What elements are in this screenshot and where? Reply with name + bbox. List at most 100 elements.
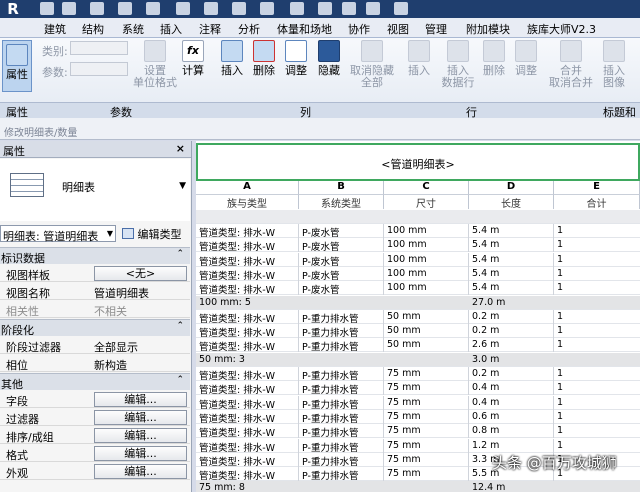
column-letter[interactable]: A xyxy=(196,181,299,195)
group-header-row[interactable] xyxy=(196,210,640,224)
table-cell[interactable]: 75 mm xyxy=(387,425,467,436)
table-row[interactable]: 管道类型: 排水-W P-重力排水管 50 mm 2.6 m 1 xyxy=(196,338,640,353)
table-cell[interactable]: 1 xyxy=(557,339,638,350)
table-cell[interactable]: 50 mm xyxy=(387,311,467,322)
column-letter[interactable]: E xyxy=(554,181,640,195)
unhide-all-button[interactable]: 取消隐藏 全部 xyxy=(348,40,396,89)
table-cell[interactable]: 3.0 m xyxy=(472,354,552,365)
table-row[interactable]: 管道类型: 排水-W P-重力排水管 75 mm 0.6 m 1 xyxy=(196,409,640,425)
table-cell[interactable]: 1 xyxy=(557,254,638,265)
table-cell[interactable]: P-重力排水管 xyxy=(302,382,382,396)
table-cell[interactable]: P-重力排水管 xyxy=(302,425,382,439)
table-cell[interactable]: P-废水管 xyxy=(302,268,382,282)
table-cell[interactable]: P-重力排水管 xyxy=(302,339,382,353)
table-cell[interactable]: 1 xyxy=(557,282,638,293)
edit-type-button[interactable]: 编辑类型 xyxy=(122,226,182,242)
column-letter[interactable]: D xyxy=(469,181,554,195)
table-cell[interactable]: 1 xyxy=(557,311,638,322)
set-unit-format-button[interactable]: 设置 单位格式 xyxy=(132,40,178,89)
table-cell[interactable]: 1 xyxy=(557,368,638,379)
group-total-row[interactable]: 50 mm: 3 3.0 m xyxy=(196,352,640,367)
table-cell[interactable]: P-废水管 xyxy=(302,225,382,239)
property-edit-button[interactable]: 编辑... xyxy=(94,446,187,461)
property-value[interactable]: 全部显示 xyxy=(94,339,138,355)
property-value[interactable]: 不相关 xyxy=(94,303,127,319)
table-cell[interactable]: 75 mm xyxy=(387,368,467,379)
table-cell[interactable]: P-重力排水管 xyxy=(302,368,382,382)
params-dropdown[interactable] xyxy=(70,62,128,76)
undo-icon[interactable] xyxy=(118,2,132,15)
column-letter[interactable]: C xyxy=(384,181,469,195)
table-cell[interactable]: 1 xyxy=(557,382,638,393)
table-cell[interactable]: 1 xyxy=(557,268,638,279)
column-header[interactable]: 系统类型 xyxy=(299,195,384,210)
table-cell[interactable]: P-重力排水管 xyxy=(302,454,382,468)
table-cell[interactable]: 100 mm xyxy=(387,225,467,236)
property-value[interactable]: 新构造 xyxy=(94,357,127,373)
table-cell[interactable]: 100 mm xyxy=(387,239,467,250)
table-cell[interactable]: 100 mm xyxy=(387,268,467,279)
table-cell[interactable]: 管道类型: 排水-W xyxy=(199,225,297,239)
table-cell[interactable]: 1 xyxy=(557,425,638,436)
table-cell[interactable]: 0.4 m xyxy=(472,397,552,408)
table-cell[interactable]: 管道类型: 排水-W xyxy=(199,254,297,268)
schedule-view[interactable]: <管道明细表> A B C D E 族与类型 系统类型 尺寸 长度 合计 管道类型: 排水-W P-废… xyxy=(196,141,640,492)
measure-icon[interactable] xyxy=(204,2,218,15)
merge-button[interactable]: 合并 取消合并 xyxy=(548,40,594,89)
table-cell[interactable]: 管道类型: 排水-W xyxy=(199,411,297,425)
tab-architecture[interactable]: 建筑 xyxy=(44,21,66,37)
table-cell[interactable]: 50 mm xyxy=(387,325,467,336)
table-cell[interactable]: 75 mm xyxy=(387,397,467,408)
property-edit-button[interactable]: 编辑... xyxy=(94,392,187,407)
table-cell[interactable]: 管道类型: 排水-W xyxy=(199,311,297,325)
table-cell[interactable]: 0.4 m xyxy=(472,382,552,393)
tab-systems[interactable]: 系统 xyxy=(122,21,144,37)
property-edit-button[interactable]: <无> xyxy=(94,266,187,281)
table-row[interactable]: 管道类型: 排水-W P-废水管 100 mm 5.4 m 1 xyxy=(196,266,640,282)
table-cell[interactable]: 0.2 m xyxy=(472,325,552,336)
table-cell[interactable]: 1 xyxy=(557,397,638,408)
tab-family-master[interactable]: 族库大师V2.3 xyxy=(527,21,596,37)
property-section[interactable]: 阶段化 ⌃ xyxy=(0,319,190,337)
property-value[interactable]: 管道明细表 xyxy=(94,285,149,301)
3d-view-icon[interactable] xyxy=(260,2,274,15)
table-row[interactable]: 管道类型: 排水-W P-废水管 100 mm 5.4 m 1 xyxy=(196,281,640,296)
tab-structure[interactable]: 结构 xyxy=(82,21,104,37)
table-cell[interactable]: 12.4 m xyxy=(472,482,552,492)
table-cell[interactable]: 管道类型: 排水-W xyxy=(199,468,297,482)
table-cell[interactable]: 1 xyxy=(557,239,638,250)
table-cell[interactable]: 5.4 m xyxy=(472,254,552,265)
open-icon[interactable] xyxy=(40,2,54,15)
tab-massing-site[interactable]: 体量和场地 xyxy=(277,21,332,37)
table-cell[interactable]: 管道类型: 排水-W xyxy=(199,268,297,282)
table-cell[interactable]: 27.0 m xyxy=(472,297,552,308)
insert-image-button[interactable]: 插入 图像 xyxy=(600,40,628,89)
table-cell[interactable]: 管道类型: 排水-W xyxy=(199,239,297,253)
save-icon[interactable] xyxy=(62,2,76,15)
property-edit-button[interactable]: 编辑... xyxy=(94,410,187,425)
thin-lines-icon[interactable] xyxy=(318,2,332,15)
table-cell[interactable]: P-重力排水管 xyxy=(302,397,382,411)
hide-column-button[interactable]: 隐藏 xyxy=(314,40,344,77)
type-selector-preview[interactable]: 明细表 ▼ xyxy=(0,159,190,221)
table-cell[interactable]: P-重力排水管 xyxy=(302,440,382,454)
schedule-title[interactable]: <管道明细表> xyxy=(196,143,640,181)
table-cell[interactable]: 75 mm xyxy=(387,440,467,451)
table-cell[interactable]: P-重力排水管 xyxy=(302,311,382,325)
table-cell[interactable]: 5.4 m xyxy=(472,239,552,250)
property-edit-button[interactable]: 编辑... xyxy=(94,464,187,479)
table-cell[interactable]: 100 mm: 5 xyxy=(199,297,297,308)
table-cell[interactable]: 管道类型: 排水-W xyxy=(199,368,297,382)
tab-analyze[interactable]: 分析 xyxy=(238,21,260,37)
table-cell[interactable]: P-重力排水管 xyxy=(302,325,382,339)
table-cell[interactable]: 管道类型: 排水-W xyxy=(199,425,297,439)
table-cell[interactable]: 0.2 m xyxy=(472,368,552,379)
column-letter[interactable]: B xyxy=(299,181,384,195)
group-total-row[interactable]: 75 mm: 8 12.4 m xyxy=(196,481,640,492)
resize-row-button[interactable]: 调整 xyxy=(512,40,540,77)
table-cell[interactable]: 1.2 m xyxy=(472,440,552,451)
table-cell[interactable]: P-重力排水管 xyxy=(302,411,382,425)
table-row[interactable]: 管道类型: 排水-W P-重力排水管 75 mm 1.2 m 1 xyxy=(196,438,640,454)
table-cell[interactable]: 1 xyxy=(557,411,638,422)
app-logo[interactable]: R xyxy=(2,0,24,18)
